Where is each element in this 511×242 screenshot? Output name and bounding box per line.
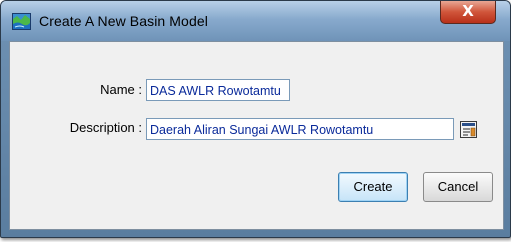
description-label: Description : [69,120,142,135]
basin-model-icon [12,13,31,30]
create-button[interactable]: Create [338,172,408,202]
edit-text-icon[interactable] [460,121,477,138]
close-button[interactable]: X [440,1,496,24]
cancel-button[interactable]: Cancel [423,172,493,202]
title-bar[interactable]: Create A New Basin Model X [1,1,510,41]
dialog-window: Create A New Basin Model X Name : DAS AW… [0,0,511,238]
close-icon: X [462,2,474,20]
name-field[interactable]: DAS AWLR Rowotamtu [146,79,290,101]
description-field[interactable]: Daerah Aliran Sungai AWLR Rowotamtu [146,118,454,140]
window-title: Create A New Basin Model [39,13,208,29]
dialog-body: Name : DAS AWLR Rowotamtu Description : … [9,41,504,230]
name-label: Name : [100,82,142,97]
